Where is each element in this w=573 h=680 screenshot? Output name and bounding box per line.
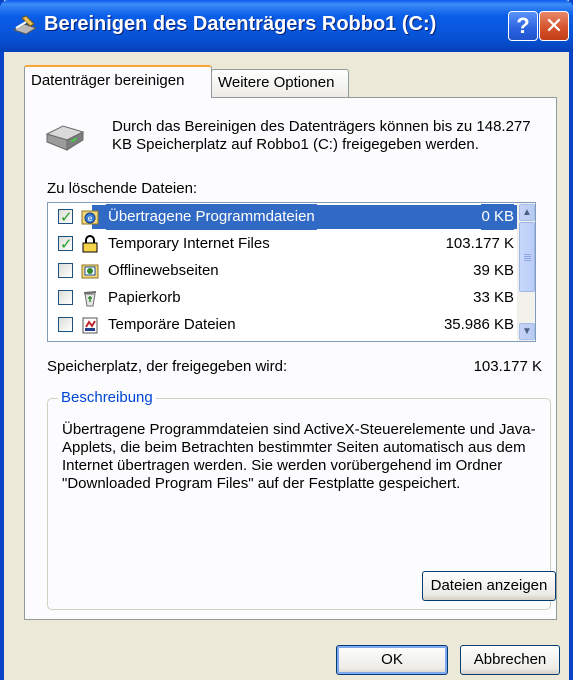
file-size: 103.177 K (445, 235, 514, 252)
program-files-icon: e (81, 210, 99, 225)
checkbox[interactable]: ✓ (58, 209, 73, 226)
file-size: 39 KB (473, 262, 514, 279)
file-size: 0 KB (481, 204, 514, 230)
list-item[interactable]: ✓ e Übertragene Programmdateien 0 KB (48, 204, 518, 230)
scroll-thumb[interactable] (519, 222, 535, 292)
window-title: Bereinigen des Datenträgers Robbo1 (C:) (44, 13, 437, 35)
space-freed-value: 103.177 K (473, 358, 542, 375)
file-name: Offlinewebseiten (108, 262, 219, 279)
offline-pages-icon (81, 264, 99, 279)
recycle-bin-icon (83, 291, 97, 307)
list-item[interactable]: ✓ Temporary Internet Files 103.177 K (48, 231, 518, 257)
file-size: 35.986 KB (443, 316, 514, 333)
lock-folder-icon (82, 235, 98, 253)
close-button[interactable]: ✕ (539, 11, 569, 41)
tab-panel: Durch das Bereinigen des Datenträgers kö… (24, 97, 557, 620)
svg-text:e: e (88, 214, 93, 223)
disk-cleanup-dialog: Bereinigen des Datenträgers Robbo1 (C:) … (0, 0, 573, 680)
title-bar[interactable]: Bereinigen des Datenträgers Robbo1 (C:) … (0, 0, 573, 52)
checkbox[interactable] (58, 263, 73, 278)
description-group: Beschreibung Übertragene Programmdateien… (47, 389, 556, 610)
list-item[interactable]: Offlinewebseiten 39 KB (48, 258, 518, 284)
description-title: Beschreibung (58, 389, 156, 406)
show-files-button[interactable]: Dateien anzeigen (422, 571, 556, 601)
file-name: Temporäre Dateien (108, 316, 236, 333)
checkbox[interactable] (58, 317, 73, 332)
cancel-button[interactable]: Abbrechen (460, 645, 560, 675)
temp-files-icon (82, 317, 98, 334)
help-button[interactable]: ? (508, 11, 538, 41)
checkbox[interactable]: ✓ (58, 236, 73, 253)
files-list-scrollbar[interactable]: ▲ ▼ (517, 203, 535, 341)
tab-datentraeger-bereinigen[interactable]: Datenträger bereinigen (24, 65, 212, 98)
scroll-down-arrow-icon[interactable]: ▼ (519, 323, 535, 340)
tab-weitere-optionen[interactable]: Weitere Optionen (211, 69, 349, 97)
file-name: Temporary Internet Files (108, 235, 270, 252)
intro-text: Durch das Bereinigen des Datenträgers kö… (112, 118, 531, 153)
description-text: Übertragene Programmdateien sind ActiveX… (62, 421, 536, 492)
space-freed-label: Speicherplatz, der freigegeben wird: (47, 358, 288, 375)
ok-button[interactable]: OK (336, 645, 448, 675)
checkbox[interactable] (58, 290, 73, 305)
files-to-delete-label: Zu löschende Dateien: (47, 180, 198, 197)
scroll-up-arrow-icon[interactable]: ▲ (519, 204, 535, 221)
list-item[interactable]: Temporäre Dateien 35.986 KB (48, 312, 518, 338)
file-name: Papierkorb (108, 289, 181, 306)
hard-drive-icon (45, 125, 85, 151)
disk-cleanup-icon (12, 15, 38, 35)
file-name: Übertragene Programmdateien (106, 204, 317, 230)
file-size: 33 KB (473, 289, 514, 306)
list-item[interactable]: Papierkorb 33 KB (48, 285, 518, 311)
files-list[interactable]: ✓ e Übertragene Programmdateien 0 KB ✓ T… (47, 202, 536, 342)
